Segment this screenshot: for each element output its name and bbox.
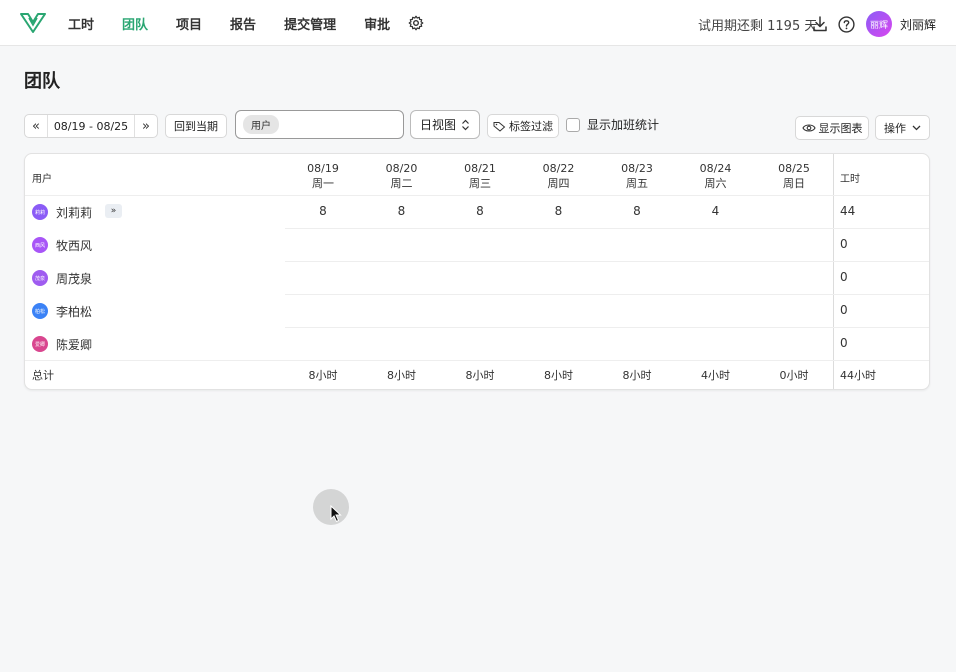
row-user-name[interactable]: 陈爱卿 [56, 336, 92, 353]
day-header: 08/25 周日 [764, 161, 824, 191]
hours-cell[interactable]: 8 [607, 204, 667, 218]
row-user-name[interactable]: 周茂泉 [56, 270, 92, 287]
row-total-hours: 0 [840, 237, 848, 251]
table-row[interactable]: 莉莉 刘莉莉» 8 8 8 8 8 4 44 [25, 195, 929, 228]
day-header-weekday: 周一 [312, 177, 334, 190]
day-header-date: 08/20 [385, 162, 418, 175]
main-nav: 工时 团队 项目 报告 提交管理 审批 [68, 0, 418, 46]
nav-item-approvals[interactable]: 审批 [364, 14, 390, 33]
day-header-weekday: 周三 [469, 177, 491, 190]
expand-row-icon[interactable]: » [105, 204, 122, 218]
day-header-weekday: 周日 [783, 177, 805, 190]
avatar: 爱卿 [32, 336, 48, 352]
nav-item-reports[interactable]: 报告 [230, 14, 256, 33]
team-timesheet-table: 用户 工时 总计 44小时 08/19 周一 08/20 周二 08/21 周三 08/22… [24, 153, 930, 390]
hours-cell[interactable]: 8 [372, 204, 432, 218]
view-mode-label: 日视图 [419, 118, 456, 132]
help-icon[interactable] [838, 16, 855, 33]
avatar: 柏松 [32, 303, 48, 319]
summary-cell: 8小时 [465, 369, 495, 382]
row-total-hours: 0 [840, 270, 848, 284]
summary-total: 44小时 [840, 369, 876, 382]
day-header-weekday: 周五 [626, 177, 648, 190]
mouse-cursor-icon [330, 505, 342, 523]
prev-week-icon[interactable]: « [25, 115, 47, 137]
gear-icon[interactable] [408, 15, 424, 31]
user-filter-input[interactable]: 用户 [235, 110, 404, 139]
day-header-weekday: 周二 [390, 177, 413, 190]
page-title: 团队 [24, 71, 60, 92]
summary-cell: 4小时 [701, 369, 730, 382]
overtime-label: 显示加班统计 [587, 118, 660, 132]
row-user-name[interactable]: 刘莉莉 [56, 204, 92, 221]
day-header-date: 08/24 [699, 162, 732, 175]
tag-filter-label: 标签过滤 [509, 120, 553, 133]
day-header: 08/23 周五 [607, 161, 667, 191]
column-header-user: 用户 [32, 174, 52, 185]
row-total-hours: 44 [840, 204, 856, 218]
day-header: 08/21 周三 [450, 161, 510, 191]
chevron-down-icon [912, 125, 921, 130]
operations-dropdown[interactable]: 操作 [875, 115, 930, 140]
hours-cell[interactable]: 8 [293, 204, 353, 218]
hours-cell[interactable]: 4 [686, 204, 746, 218]
next-week-icon[interactable]: » [135, 115, 157, 137]
table-row[interactable]: 爱卿 陈爱卿 0 [25, 327, 929, 360]
hours-cell[interactable]: 8 [450, 204, 510, 218]
chevron-up-down-icon [462, 119, 469, 130]
eye-icon [801, 124, 816, 132]
day-header: 08/24 周六 [686, 161, 746, 191]
row-user-name[interactable]: 牧西风 [56, 237, 92, 254]
summary-cell: 8小时 [308, 369, 338, 382]
show-chart-label: 显示图表 [818, 122, 863, 135]
download-icon[interactable] [812, 16, 828, 32]
summary-cell: 0小时 [779, 369, 809, 382]
hours-cell[interactable]: 8 [529, 204, 589, 218]
app-logo-icon[interactable] [20, 12, 46, 34]
table-row[interactable]: 茂泉 周茂泉 0 [25, 261, 929, 294]
nav-item-projects[interactable]: 项目 [176, 14, 202, 33]
top-nav-bar: 工时 团队 项目 报告 提交管理 审批 试用期还剩 1195 天 丽辉 刘丽辉 [0, 0, 956, 46]
column-header-hours: 工时 [840, 174, 860, 185]
date-range-label[interactable]: 08/19 - 08/25 [48, 120, 134, 133]
summary-cell: 8小时 [544, 369, 573, 382]
nav-item-timesheet[interactable]: 工时 [68, 14, 94, 33]
back-to-current-button[interactable]: 回到当期 [165, 114, 227, 138]
show-chart-button[interactable]: 显示图表 [795, 116, 869, 140]
overtime-toggle[interactable]: 显示加班统计 [566, 116, 659, 133]
user-avatar[interactable]: 丽辉 [866, 11, 892, 37]
user-name[interactable]: 刘丽辉 [900, 16, 936, 33]
tag-filter-button[interactable]: 标签过滤 [487, 114, 559, 138]
day-header-weekday: 周六 [704, 177, 727, 190]
day-header: 08/19 周一 [293, 161, 353, 191]
overtime-checkbox[interactable] [566, 117, 580, 132]
day-header-weekday: 周四 [547, 177, 570, 190]
avatar: 茂泉 [32, 270, 48, 286]
nav-item-team[interactable]: 团队 [122, 14, 148, 33]
summary-label: 总计 [32, 369, 54, 382]
table-row[interactable]: 西风 牧西风 0 [25, 228, 929, 261]
operations-label: 操作 [884, 121, 906, 135]
day-header-date: 08/19 [307, 162, 339, 175]
summary-cell: 8小时 [387, 369, 416, 382]
tag-icon [493, 121, 506, 132]
nav-item-submissions[interactable]: 提交管理 [284, 14, 336, 33]
row-total-hours: 0 [840, 336, 848, 350]
day-header-date: 08/21 [464, 162, 496, 175]
date-range-picker: « 08/19 - 08/25 » [24, 114, 158, 138]
day-header-date: 08/25 [778, 162, 810, 175]
row-user-name[interactable]: 李柏松 [56, 303, 92, 320]
avatar: 西风 [32, 237, 48, 253]
row-total-hours: 0 [840, 303, 848, 317]
day-header: 08/22 周四 [529, 161, 589, 191]
trial-remaining-text: 试用期还剩 1195 天 [698, 19, 818, 34]
day-header-date: 08/23 [621, 162, 653, 175]
avatar: 莉莉 [32, 204, 48, 220]
view-mode-select[interactable]: 日视图 [410, 110, 480, 139]
summary-cell: 8小时 [622, 369, 652, 382]
day-header-date: 08/22 [542, 162, 575, 175]
table-row[interactable]: 柏松 李柏松 0 [25, 294, 929, 327]
day-header: 08/20 周二 [372, 161, 432, 191]
user-filter-chip[interactable]: 用户 [243, 115, 279, 134]
